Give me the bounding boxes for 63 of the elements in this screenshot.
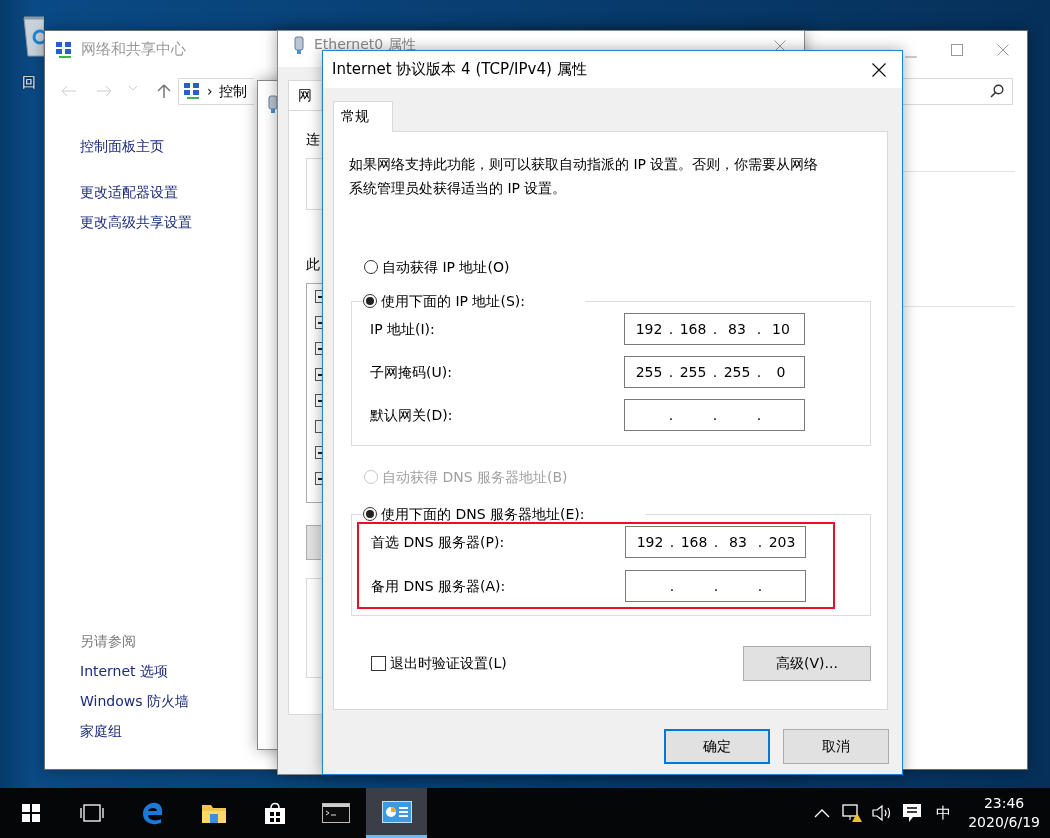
window-title: Internet 协议版本 4 (TCP/IPv4) 属性 — [331, 59, 587, 81]
up-arrow-icon[interactable] — [156, 83, 172, 99]
tab[interactable]: 网 — [288, 80, 321, 110]
advanced-button[interactable]: 高级(V)... — [743, 646, 871, 681]
sidebar-link[interactable]: 更改适配器设置 — [80, 182, 178, 203]
ip-address-field[interactable]: . . . — [625, 570, 806, 602]
field-label: 备用 DNS 服务器(A): — [371, 576, 507, 596]
task-view-icon — [79, 804, 104, 822]
breadcrumb-item[interactable]: 控制 — [218, 80, 247, 102]
ok-button[interactable]: 确定 — [664, 729, 770, 764]
field-label: 此 — [306, 255, 320, 274]
radio-button[interactable] — [363, 294, 377, 308]
sidebar-link[interactable]: 更改高级共享设置 — [80, 212, 192, 233]
ip-address-field[interactable]: . . . — [624, 399, 805, 431]
maximize-icon[interactable] — [951, 43, 963, 56]
windows-logo-icon — [21, 804, 40, 822]
control-panel-icon — [381, 800, 412, 823]
field-label: 连 — [306, 130, 320, 149]
field-label: 默认网关(D): — [370, 405, 454, 425]
chevron-up-icon[interactable] — [814, 808, 831, 818]
cancel-button[interactable]: 取消 — [783, 729, 889, 764]
field-label: 子网掩码(U): — [370, 362, 453, 382]
checkbox-label: 退出时验证设置(L) — [390, 654, 507, 673]
taskbar-app-button[interactable] — [366, 788, 427, 838]
sidebar-link[interactable]: Windows 防火墙 — [80, 691, 189, 712]
network-warning-icon[interactable] — [841, 803, 864, 823]
breadcrumb-separator[interactable]: › — [207, 80, 213, 102]
input-method-indicator[interactable]: 中 — [927, 801, 961, 825]
address-bar[interactable]: › 控制 — [178, 77, 254, 105]
sidebar-link[interactable]: 控制面板主页 — [80, 136, 164, 157]
tab[interactable]: 常规 — [333, 101, 393, 132]
network-icon — [183, 82, 201, 100]
shopping-bag-icon — [263, 801, 286, 825]
search-icon — [990, 84, 1004, 98]
radio-label: 自动获得 DNS 服务器地址(B) — [382, 467, 568, 487]
close-icon[interactable] — [872, 62, 886, 77]
clock-date[interactable]: 2020/6/19 — [968, 813, 1040, 832]
clock-time[interactable]: 23:46 — [968, 794, 1040, 813]
browser-e-icon — [140, 801, 165, 825]
window-title: 网络和共享中心 — [81, 39, 186, 61]
checkbox[interactable] — [371, 656, 386, 671]
terminal-icon — [321, 803, 350, 823]
window-title: Ethernet0 属性 — [314, 37, 416, 51]
plug-icon — [266, 95, 280, 113]
ip-address-field[interactable]: 192 . 168 . 83 . 203 — [625, 526, 806, 558]
radio-button[interactable] — [364, 260, 378, 274]
ip-address-field[interactable]: 192 . 168 . 83 . 10 — [624, 313, 805, 345]
icon-label[interactable]: 回 — [22, 72, 36, 93]
radio-label: 自动获得 IP 地址(O) — [382, 257, 510, 277]
field-label: IP 地址(I): — [370, 319, 436, 339]
notification-icon[interactable] — [902, 803, 923, 823]
sidebar-link[interactable]: Internet 选项 — [80, 661, 169, 682]
ip-address-field[interactable]: 255 . 255 . 255 . 0 — [624, 356, 805, 388]
radio-button[interactable] — [363, 507, 377, 521]
section-heading: 另请参阅 — [80, 632, 137, 651]
description-text: 如果网络支持此功能，则可以获取自动指派的 IP 设置。否则，你需要从网络系统管理员处获得适当的 IP 设置。 — [349, 155, 820, 198]
radio-label: 使用下面的 IP 地址(S): — [381, 291, 525, 311]
radio-label: 使用下面的 DNS 服务器地址(E): — [381, 504, 585, 524]
folder-icon — [200, 802, 227, 824]
plug-icon — [292, 36, 306, 54]
network-icon — [55, 40, 73, 59]
sidebar-link[interactable]: 家庭组 — [80, 721, 122, 742]
field-label: 首选 DNS 服务器(P): — [371, 532, 506, 552]
